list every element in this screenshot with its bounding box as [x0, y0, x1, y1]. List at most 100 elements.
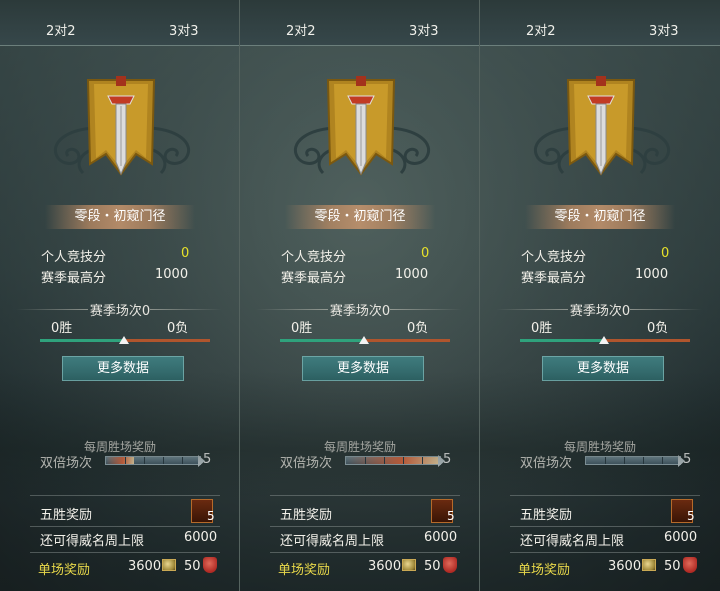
- shield-icon: [683, 557, 697, 573]
- double-count: 5: [683, 452, 692, 467]
- wins-count: 0胜: [531, 321, 553, 336]
- personal-score-label: 个人竞技分: [281, 250, 347, 265]
- single-reward-label: 单场奖励: [38, 563, 91, 578]
- more-data-button[interactable]: 更多数据: [542, 356, 664, 381]
- mode-tab-bar: 2对2 3对3: [240, 0, 479, 46]
- double-progress-fill: [106, 457, 135, 464]
- personal-score-value: 0: [181, 246, 190, 261]
- five-win-label: 五胜奖励: [40, 508, 93, 523]
- season-high-label: 赛季最高分: [281, 271, 347, 286]
- arena-panel-3: 2对2 3对3 零段・初窥门径 个人竞技分 0 赛季最高分 1000 赛季场次0…: [480, 0, 720, 591]
- personal-score-label: 个人竞技分: [521, 250, 587, 265]
- divider: [510, 526, 700, 527]
- losses-count: 0负: [407, 321, 429, 336]
- divider: [510, 552, 700, 553]
- season-high-label: 赛季最高分: [41, 271, 107, 286]
- divider: [30, 552, 220, 553]
- double-label: 双倍场次: [520, 456, 573, 471]
- divider: [270, 526, 460, 527]
- coin-icon: [162, 559, 176, 571]
- win-loss-marker-icon: [599, 336, 609, 344]
- more-data-button[interactable]: 更多数据: [62, 356, 184, 381]
- double-progress-bar: [105, 456, 201, 465]
- double-label: 双倍场次: [40, 456, 93, 471]
- rank-title: 零段・初窥门径: [45, 205, 195, 229]
- sword-banner-icon: [86, 76, 156, 176]
- tab-2v2[interactable]: 2对2: [526, 20, 556, 39]
- season-matches: 赛季场次0: [569, 304, 631, 319]
- double-progress-fill: [346, 457, 440, 464]
- arena-panel-2: 2对2 3对3 零段・初窥门径 个人竞技分 0 赛季最高分 1000 赛季场次0…: [240, 0, 480, 591]
- mode-tab-bar: 2对2 3对3: [0, 0, 239, 46]
- five-win-count: 5: [447, 509, 455, 523]
- arena-screen: 2对2 3对3 零段・初窥门径 个人竞技分 0 赛季最高分 1000 赛季场次0…: [0, 0, 720, 591]
- five-win-count: 5: [687, 509, 695, 523]
- weekly-cap-label: 还可得威名周上限: [520, 534, 625, 549]
- rank-title: 零段・初窥门径: [525, 205, 675, 229]
- progress-tick: [624, 457, 625, 464]
- divider: [30, 526, 220, 527]
- single-reward-label: 单场奖励: [278, 563, 331, 578]
- progress-tick: [403, 457, 404, 464]
- personal-score-label: 个人竞技分: [41, 250, 107, 265]
- divider: [270, 552, 460, 553]
- progress-tick: [163, 457, 164, 464]
- tab-2v2[interactable]: 2对2: [286, 20, 316, 39]
- more-data-button[interactable]: 更多数据: [302, 356, 424, 381]
- rank-title: 零段・初窥门径: [285, 205, 435, 229]
- single-reward-coin: 3600: [368, 559, 402, 574]
- double-count: 5: [203, 452, 212, 467]
- five-win-label: 五胜奖励: [520, 508, 573, 523]
- double-progress-bar: [345, 456, 441, 465]
- weekly-cap-value: 6000: [184, 530, 218, 545]
- season-high-value: 1000: [395, 267, 429, 282]
- losses-count: 0负: [167, 321, 189, 336]
- sword-banner-icon: [326, 76, 396, 176]
- win-loss-marker-icon: [359, 336, 369, 344]
- coin-icon: [642, 559, 656, 571]
- tab-3v3[interactable]: 3对3: [649, 20, 679, 39]
- double-label: 双倍场次: [280, 456, 333, 471]
- progress-tick: [422, 457, 423, 464]
- double-count: 5: [443, 452, 452, 467]
- progress-tick: [605, 457, 606, 464]
- weekly-cap-label: 还可得威名周上限: [280, 534, 385, 549]
- five-win-label: 五胜奖励: [280, 508, 333, 523]
- single-reward-label: 单场奖励: [518, 563, 571, 578]
- weekly-cap-value: 6000: [664, 530, 698, 545]
- wins-count: 0胜: [51, 321, 73, 336]
- single-reward-shield: 50: [664, 559, 681, 574]
- personal-score-value: 0: [421, 246, 430, 261]
- progress-tick: [125, 457, 126, 464]
- single-reward-coin: 3600: [128, 559, 162, 574]
- single-reward-shield: 50: [184, 559, 201, 574]
- single-reward-shield: 50: [424, 559, 441, 574]
- divider: [510, 495, 700, 496]
- season-matches: 赛季场次0: [329, 304, 391, 319]
- single-reward-coin: 3600: [608, 559, 642, 574]
- progress-tick: [144, 457, 145, 464]
- shield-icon: [443, 557, 457, 573]
- progress-tick: [662, 457, 663, 464]
- personal-score-value: 0: [661, 246, 670, 261]
- five-win-count: 5: [207, 509, 215, 523]
- tab-2v2[interactable]: 2对2: [46, 20, 76, 39]
- divider: [30, 495, 220, 496]
- season-high-label: 赛季最高分: [521, 271, 587, 286]
- sword-banner-icon: [566, 76, 636, 176]
- mode-tab-bar: 2对2 3对3: [480, 0, 720, 46]
- arena-panel-1: 2对2 3对3 零段・初窥门径 个人竞技分 0 赛季最高分 1000 赛季场次0…: [0, 0, 240, 591]
- divider: [270, 495, 460, 496]
- progress-tick: [384, 457, 385, 464]
- progress-tick: [182, 457, 183, 464]
- tab-3v3[interactable]: 3对3: [169, 20, 199, 39]
- double-progress-bar: [585, 456, 681, 465]
- season-high-value: 1000: [155, 267, 189, 282]
- season-high-value: 1000: [635, 267, 669, 282]
- win-loss-marker-icon: [119, 336, 129, 344]
- wins-count: 0胜: [291, 321, 313, 336]
- losses-count: 0负: [647, 321, 669, 336]
- weekly-cap-label: 还可得威名周上限: [40, 534, 145, 549]
- progress-tick: [365, 457, 366, 464]
- tab-3v3[interactable]: 3对3: [409, 20, 439, 39]
